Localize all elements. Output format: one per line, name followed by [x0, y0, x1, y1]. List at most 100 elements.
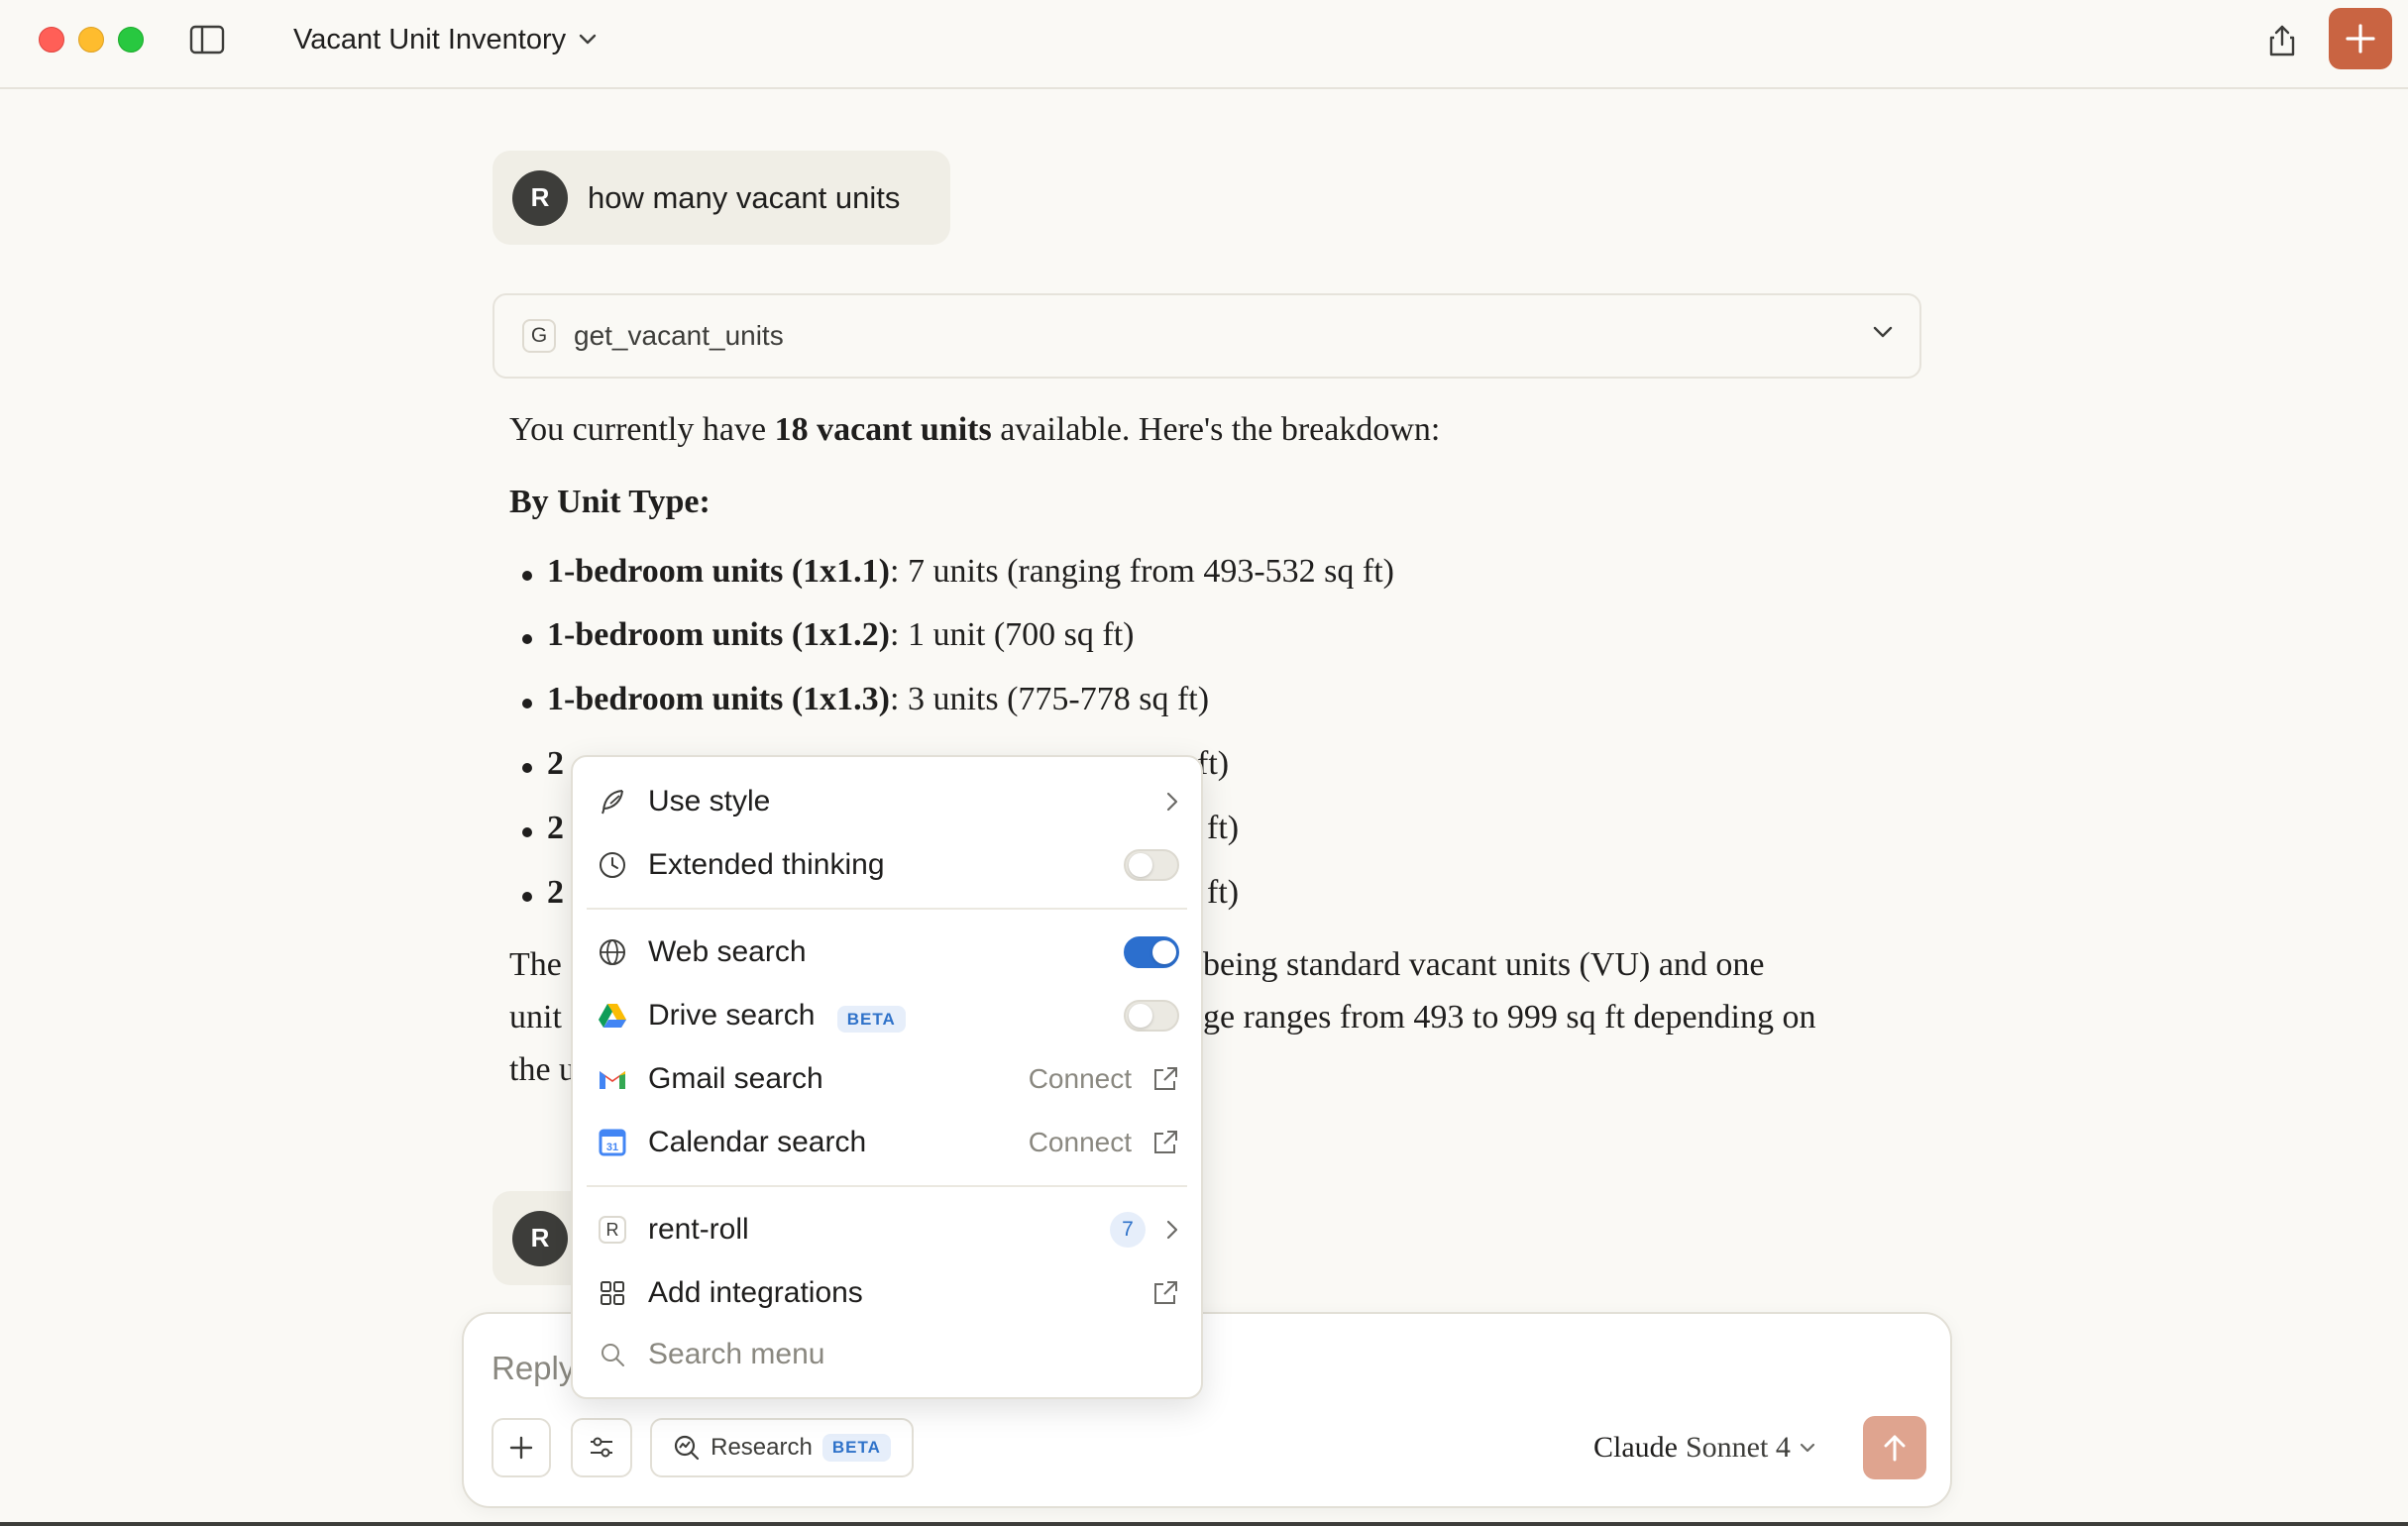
web-search-toggle[interactable]	[1124, 936, 1179, 968]
share-icon	[2269, 25, 2295, 56]
tool-call-card[interactable]: G get_vacant_units	[493, 293, 1921, 379]
extended-thinking-toggle[interactable]	[1124, 849, 1179, 881]
tool-count-badge: 7	[1110, 1212, 1146, 1248]
list-item-text: : 3 units (775-778 sq ft)	[890, 681, 1210, 717]
paragraph-line-start: The	[509, 946, 562, 983]
tool-badge: G	[522, 319, 556, 353]
list-item: 2	[522, 810, 564, 847]
external-link-icon	[1154, 1131, 1177, 1153]
menu-item-right	[1151, 1279, 1179, 1307]
send-button[interactable]	[1863, 1416, 1926, 1479]
menu-item-label: Extended thinking	[648, 848, 885, 881]
research-label: Research	[711, 1434, 813, 1461]
new-chat-button[interactable]	[2329, 8, 2392, 69]
tools-button[interactable]	[571, 1418, 632, 1477]
menu-item-add-integrations[interactable]: Add integrations	[587, 1264, 1187, 1322]
menu-item-label: Drive search BETA	[648, 999, 906, 1033]
list-item: 1-bedroom units (1x1.2): 1 unit (700 sq …	[521, 616, 1135, 654]
chevron-down-icon	[1800, 1443, 1814, 1453]
menu-item-right: Connect	[1029, 1127, 1179, 1158]
drive-search-toggle[interactable]	[1124, 1000, 1179, 1032]
research-button[interactable]: Research BETA	[650, 1418, 914, 1477]
beta-badge: BETA	[821, 1434, 891, 1462]
chevron-right-icon	[1166, 1220, 1178, 1240]
zoom-window-button[interactable]	[118, 27, 144, 53]
list-item-end: ft)	[1207, 810, 1240, 846]
minimize-window-button[interactable]	[78, 27, 104, 53]
avatar: R	[512, 169, 568, 226]
drive-search-label: Drive search	[648, 999, 816, 1032]
beta-badge: BETA	[836, 1006, 906, 1033]
integration-badge-wrapper: R	[597, 1214, 628, 1246]
window-bottom-edge	[0, 1522, 2408, 1526]
list-item-bold: 1-bedroom units (1x1.3)	[547, 681, 890, 717]
menu-item-label: Gmail search	[648, 1062, 823, 1095]
plus-icon	[509, 1436, 533, 1460]
list-item-bold: 2	[547, 874, 564, 911]
list-item-bold: 1-bedroom units (1x1.2)	[547, 616, 890, 653]
conversation-title-dropdown[interactable]: Vacant Unit Inventory	[293, 18, 598, 61]
list-item: 2	[522, 874, 564, 912]
research-icon	[675, 1435, 700, 1461]
paragraph-line-start: the u	[509, 1051, 577, 1088]
globe-icon	[597, 936, 628, 968]
menu-item-web-search[interactable]: Web search	[587, 924, 1187, 981]
menu-item-label: Add integrations	[648, 1276, 863, 1309]
menu-item-calendar-search[interactable]: 31 Calendar search Connect	[587, 1114, 1187, 1171]
menu-item-label: Use style	[648, 785, 771, 818]
list-item-text: : 1 unit (700 sq ft)	[890, 616, 1135, 653]
user-message-text: how many vacant units	[588, 179, 901, 215]
search-icon	[597, 1339, 628, 1370]
title-bar: Vacant Unit Inventory	[0, 0, 2408, 89]
sliders-icon	[591, 1437, 612, 1458]
list-item: 1-bedroom units (1x1.3): 3 units (775-77…	[521, 681, 1210, 718]
divider	[587, 908, 1187, 910]
menu-item-right	[1124, 1000, 1179, 1032]
clock-icon	[597, 849, 628, 881]
chevron-down-icon[interactable]	[1872, 325, 1894, 339]
menu-item-label: Web search	[648, 935, 807, 968]
connect-link[interactable]: Connect	[1029, 1127, 1132, 1158]
sidebar-toggle-button[interactable]	[189, 25, 225, 54]
attach-button[interactable]	[492, 1418, 551, 1477]
close-window-button[interactable]	[39, 27, 64, 53]
connect-link[interactable]: Connect	[1029, 1063, 1132, 1095]
menu-item-gmail-search[interactable]: Gmail search Connect	[587, 1050, 1187, 1108]
menu-item-rent-roll[interactable]: R rent-roll 7	[587, 1201, 1187, 1258]
menu-search-input[interactable]: Search menu	[648, 1338, 824, 1371]
avatar: R	[512, 1210, 568, 1266]
paragraph-line-start: unit	[509, 999, 562, 1036]
list-item: 1-bedroom units (1x1.1): 7 units (rangin…	[522, 553, 1394, 591]
model-selector[interactable]: Claude Sonnet 4	[1593, 1431, 1816, 1465]
share-button[interactable]	[2259, 18, 2305, 63]
external-link-icon	[1154, 1067, 1177, 1090]
menu-item-label: rent-roll	[648, 1213, 749, 1246]
gmail-icon	[597, 1063, 628, 1095]
menu-item-drive-search[interactable]: Drive search BETA	[587, 987, 1187, 1044]
menu-item-extended-thinking[interactable]: Extended thinking	[587, 836, 1187, 894]
intro-text-end: available. Here's the breakdown:	[991, 411, 1441, 448]
menu-item-label: Calendar search	[648, 1126, 867, 1158]
menu-item-right	[1124, 936, 1179, 968]
chevron-down-icon	[579, 34, 597, 45]
response-heading: By Unit Type:	[509, 484, 711, 520]
integration-badge: R	[599, 1216, 626, 1244]
tools-menu: Use style Extended thinking Web search D…	[571, 755, 1203, 1399]
divider	[587, 1185, 1187, 1187]
menu-item-right: Connect	[1029, 1063, 1179, 1095]
list-item-bold: 2	[547, 810, 564, 846]
list-item: 2	[522, 745, 564, 783]
sidebar-icon	[189, 25, 225, 54]
menu-search[interactable]: Search menu	[587, 1326, 1187, 1383]
menu-item-use-style[interactable]: Use style	[587, 773, 1187, 830]
paragraph-line-end: being standard vacant units (VU) and one	[1203, 946, 1765, 983]
user-message: R how many vacant units	[493, 151, 950, 245]
arrow-up-icon	[1884, 1435, 1906, 1462]
intro-text: You currently have	[509, 411, 775, 448]
tool-name: get_vacant_units	[574, 320, 784, 351]
conversation-title: Vacant Unit Inventory	[293, 23, 567, 55]
plus-icon	[2346, 24, 2375, 54]
feather-icon	[597, 786, 628, 818]
external-link-icon	[1154, 1281, 1177, 1304]
model-version: Sonnet 4	[1685, 1431, 1791, 1464]
